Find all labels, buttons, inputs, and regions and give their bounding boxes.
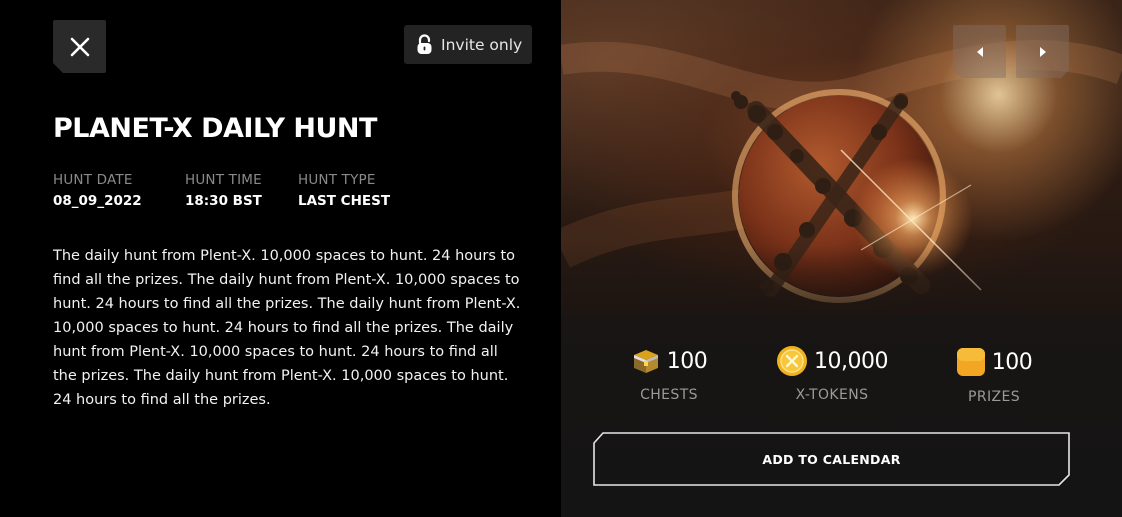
hunt-description: The daily hunt from Plent-X. 10,000 spac…	[53, 248, 521, 408]
prize-icon	[956, 348, 985, 376]
chests-stat: 100 CHESTS	[612, 347, 726, 403]
chevron-right-icon	[1038, 46, 1048, 58]
hunt-date: HUNT DATE 08_09_2022	[53, 172, 142, 209]
hunt-time: HUNT TIME 18:30 BST	[185, 172, 262, 209]
prizes-label: PRIZES	[967, 389, 1021, 405]
invite-only-badge: Invite only	[404, 25, 532, 64]
hunt-type-value: LAST CHEST	[298, 193, 391, 209]
x-tokens-stat: 10,000 X-TOKENS	[770, 345, 894, 403]
close-button[interactable]	[53, 20, 106, 73]
chests-value: 100	[666, 348, 708, 374]
hunt-time-value: 18:30 BST	[185, 193, 262, 209]
chests-label: CHESTS	[640, 387, 698, 403]
previous-image-button[interactable]	[953, 25, 1006, 78]
hunt-details-panel: Invite only PLANET-X DAILY HUNT HUNT DAT…	[0, 0, 561, 517]
add-to-calendar-button[interactable]: ADD TO CALENDAR	[593, 432, 1070, 486]
hunt-type: HUNT TYPE LAST CHEST	[298, 172, 390, 209]
hunt-title: PLANET-X DAILY HUNT	[53, 113, 377, 144]
hunt-type-label: HUNT TYPE	[298, 172, 376, 188]
chest-icon	[633, 350, 658, 373]
chevron-left-icon	[975, 46, 985, 58]
prizes-stat: 100 PRIZES	[944, 347, 1044, 405]
prizes-value: 100	[991, 349, 1033, 375]
x-tokens-value: 10,000	[814, 348, 888, 374]
invite-only-label: Invite only	[441, 35, 523, 54]
hunt-date-value: 08_09_2022	[53, 193, 142, 209]
close-icon	[70, 37, 90, 57]
hunt-time-label: HUNT TIME	[185, 172, 262, 188]
add-to-calendar-label: ADD TO CALENDAR	[762, 451, 901, 467]
x-tokens-label: X-TOKENS	[795, 387, 869, 403]
hunt-date-label: HUNT DATE	[53, 172, 133, 188]
x-token-icon	[777, 346, 807, 376]
lock-icon	[417, 34, 432, 54]
next-image-button[interactable]	[1016, 25, 1069, 78]
hero-fade	[561, 246, 1122, 316]
